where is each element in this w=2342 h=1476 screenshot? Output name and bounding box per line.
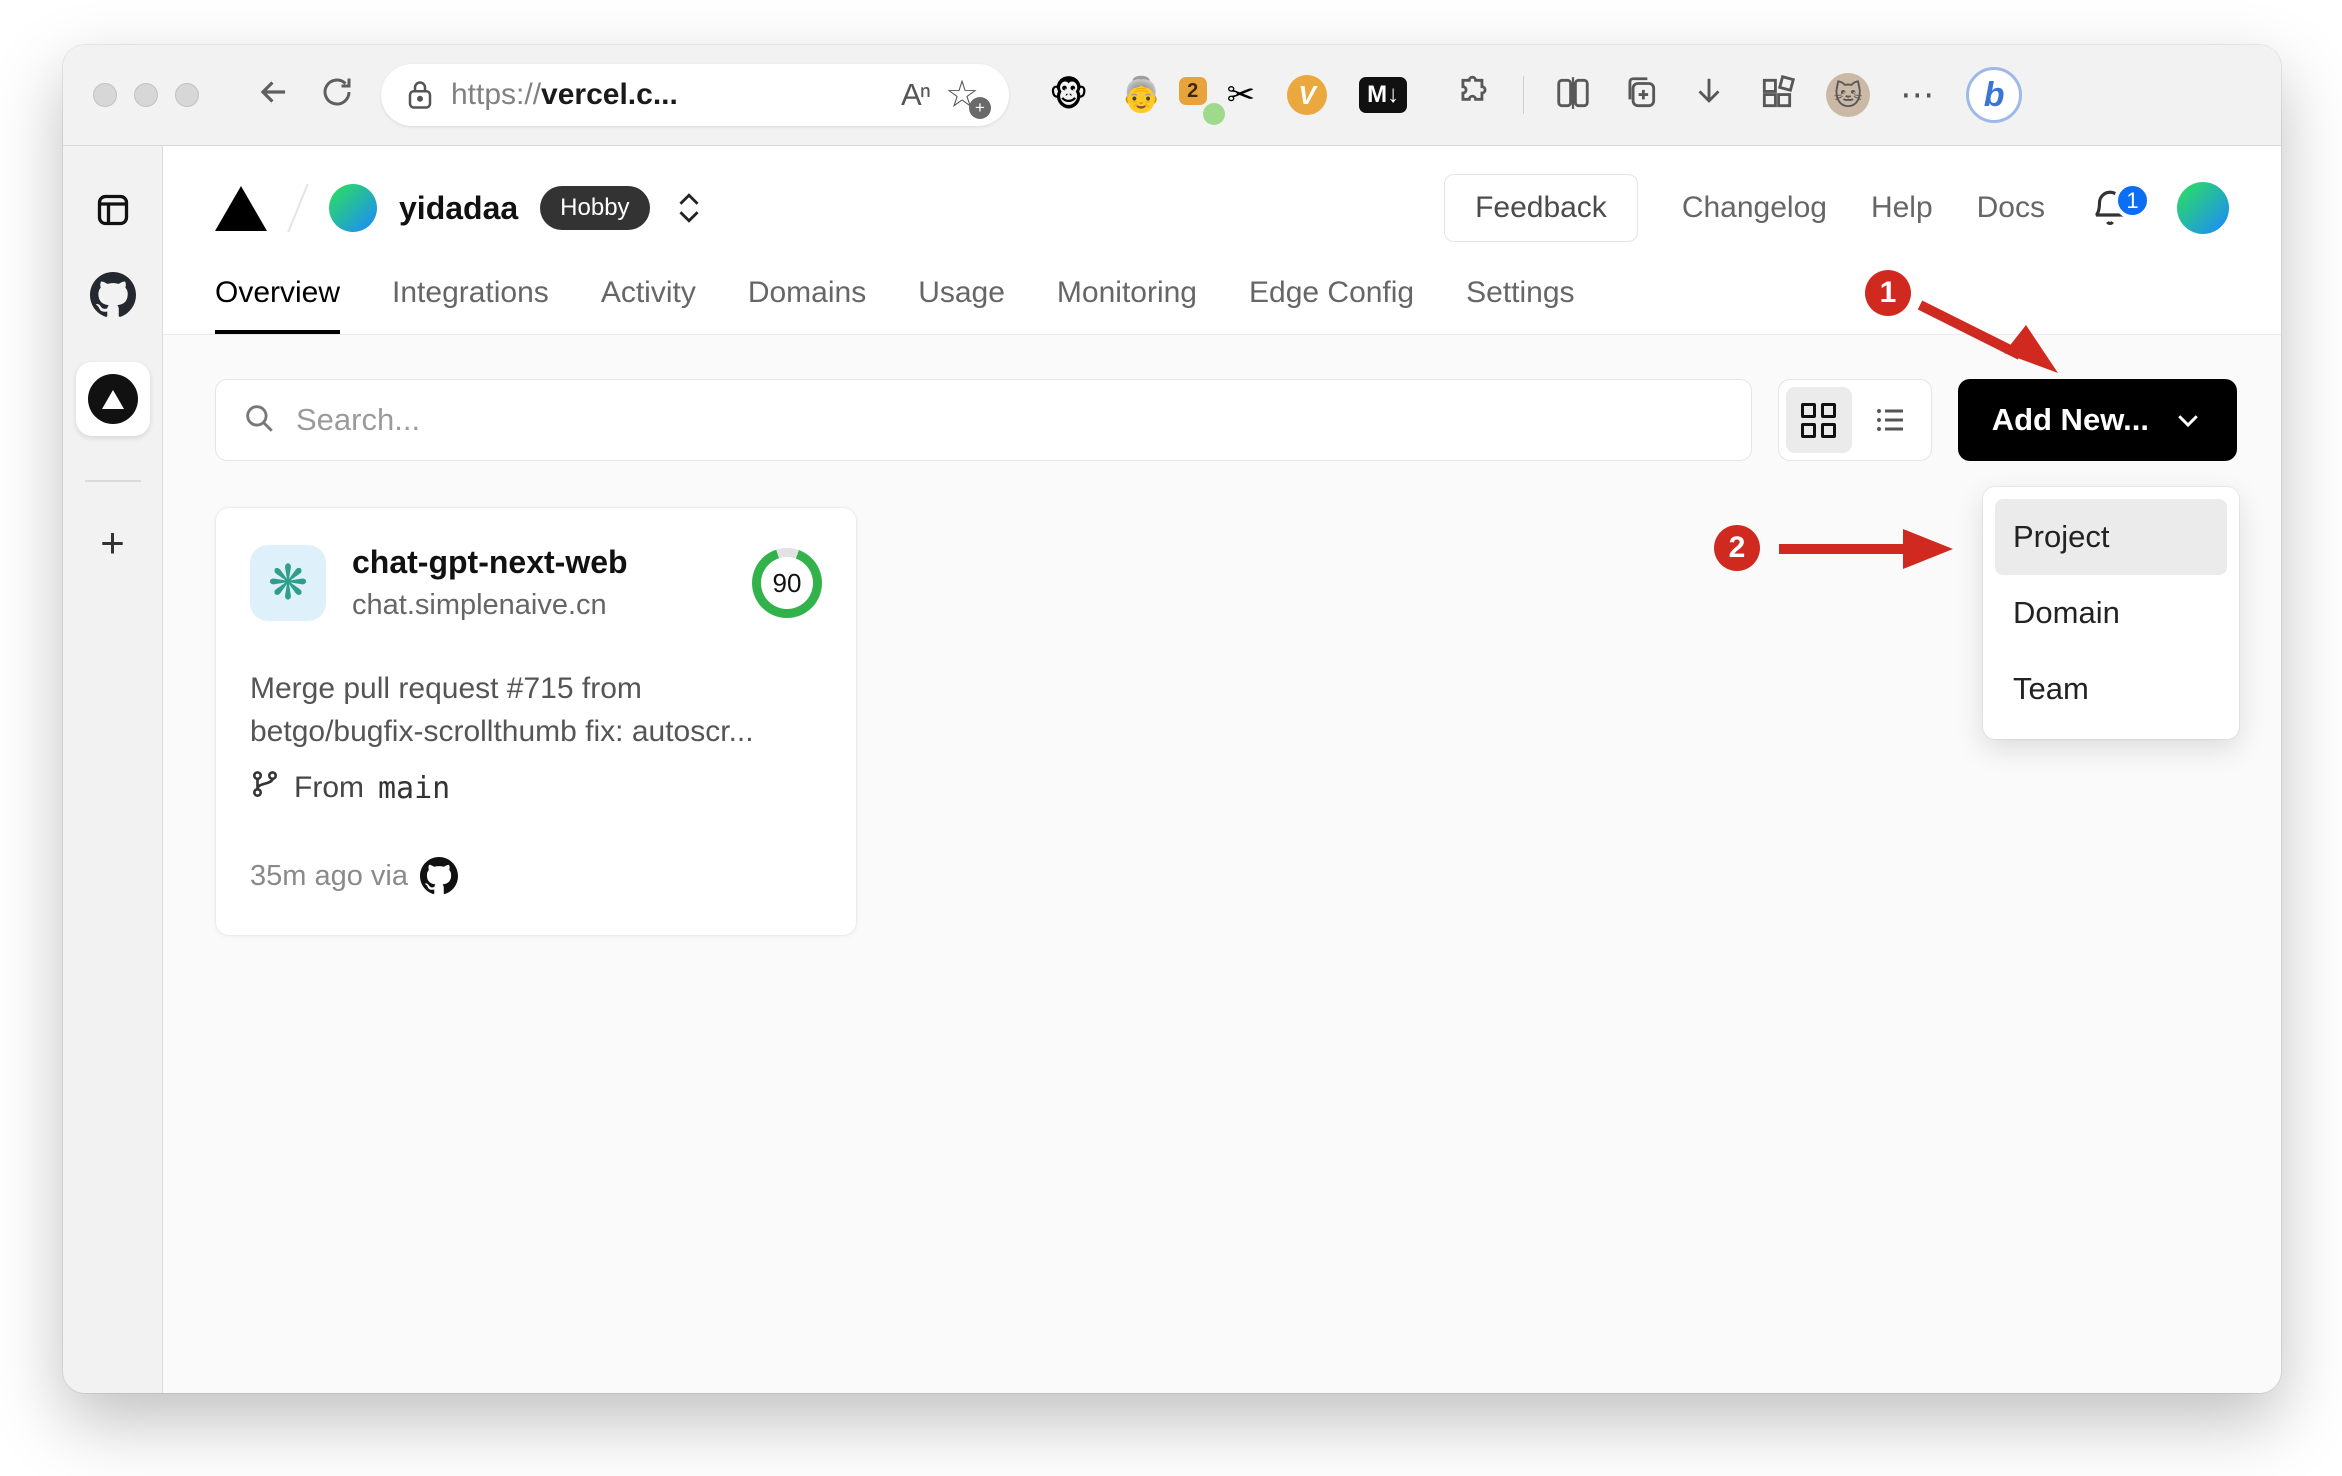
project-search[interactable] — [215, 379, 1752, 461]
tab-edge-config[interactable]: Edge Config — [1249, 276, 1414, 334]
scissors-extension-icon[interactable]: ✂ — [1227, 78, 1256, 112]
docs-link[interactable]: Docs — [1977, 191, 2045, 225]
team-name[interactable]: yidadaa — [399, 190, 518, 227]
favorite-star-icon[interactable]: ☆ + — [945, 75, 991, 119]
grid-view-button[interactable] — [1785, 387, 1852, 453]
dropdown-item-domain[interactable]: Domain — [1995, 575, 2227, 651]
project-favicon: ❋ — [250, 545, 326, 621]
refresh-icon[interactable] — [319, 74, 355, 117]
help-link[interactable]: Help — [1871, 191, 1933, 225]
sidebar-tab-layout-icon[interactable] — [95, 192, 131, 228]
list-view-button[interactable] — [1858, 387, 1924, 453]
close-window-button[interactable] — [93, 83, 117, 107]
search-input[interactable] — [296, 402, 1725, 438]
vercel-circle-logo — [87, 374, 138, 424]
branch-from-label: From — [294, 771, 364, 805]
commit-message[interactable]: Merge pull request #715 from betgo/bugfi… — [250, 668, 822, 753]
browser-toolbar: https://vercel.c... Aⁿ ☆ + 🐵 👵 2 ✂ V M↓ — [63, 45, 2281, 145]
browser-sidebar: + — [63, 146, 163, 1393]
tab-integrations[interactable]: Integrations — [392, 276, 549, 334]
tab-monitoring[interactable]: Monitoring — [1057, 276, 1197, 334]
overview-body: Add New... ❋ chat-gpt-next-web chat.simp… — [163, 334, 2281, 1393]
vercel-logo[interactable] — [215, 185, 267, 231]
git-branch-icon — [250, 769, 280, 807]
lock-icon[interactable] — [405, 78, 435, 112]
score-ring[interactable]: 90 — [752, 548, 822, 618]
browser-window: https://vercel.c... Aⁿ ☆ + 🐵 👵 2 ✂ V M↓ — [63, 45, 2281, 1393]
split-screen-icon[interactable] — [1554, 74, 1592, 117]
toolbar-divider — [1523, 76, 1525, 114]
sidebar-add-icon[interactable]: + — [100, 522, 125, 563]
extensions-puzzle-icon[interactable] — [1455, 74, 1493, 117]
branch-name: main — [378, 770, 451, 806]
browser-menu-icon[interactable]: ⋯ — [1900, 75, 1936, 115]
annotation-arrow-2 — [1779, 529, 1953, 569]
extension-badge: 2 — [1178, 77, 1207, 105]
team-switcher-icon[interactable] — [676, 192, 702, 224]
feedback-button[interactable]: Feedback — [1444, 174, 1638, 242]
extension-icons: 🐵 👵 2 ✂ V M↓ — [1049, 75, 1408, 125]
breadcrumb-slash — [287, 183, 309, 233]
url-text[interactable]: https://vercel.c... — [451, 78, 678, 112]
tab-settings[interactable]: Settings — [1466, 276, 1574, 334]
vimium-extension-icon[interactable]: V — [1287, 75, 1328, 115]
sidebar-divider — [84, 480, 141, 482]
url-host: vercel.c... — [541, 78, 678, 111]
annotation-arrow-1 — [1917, 300, 2058, 373]
star-plus-badge: + — [969, 97, 991, 119]
tab-activity[interactable]: Activity — [601, 276, 696, 334]
browser-action-icons: 🐱 ⋯ b — [1455, 67, 2023, 123]
tampermonkey-extension-icon[interactable]: 🐵 — [1049, 78, 1088, 112]
project-domain[interactable]: chat.simplenaive.cn — [352, 589, 628, 622]
minimize-window-button[interactable] — [134, 83, 158, 107]
tab-usage[interactable]: Usage — [918, 276, 1005, 334]
search-icon — [242, 401, 276, 440]
avatar-extension-icon[interactable]: 👵 — [1120, 78, 1162, 112]
address-bar[interactable]: https://vercel.c... Aⁿ ☆ + — [381, 64, 1009, 126]
add-new-label: Add New... — [1991, 402, 2149, 437]
list-icon — [1876, 409, 1903, 431]
browser-profile-avatar[interactable]: 🐱 — [1826, 73, 1871, 117]
grid-icon — [1801, 402, 1837, 438]
tab-overview[interactable]: Overview — [215, 276, 341, 334]
team-avatar[interactable] — [329, 184, 377, 232]
bing-chat-icon[interactable]: b — [1966, 67, 2023, 123]
annotation-step-2-badge: 2 — [1714, 525, 1760, 571]
sidebar-github-icon[interactable] — [89, 272, 136, 318]
project-name[interactable]: chat-gpt-next-web — [352, 544, 628, 581]
notification-count-badge: 1 — [2114, 182, 2151, 219]
apps-widgets-icon[interactable] — [1758, 74, 1796, 117]
downloads-icon[interactable] — [1690, 74, 1728, 117]
back-icon[interactable] — [255, 73, 293, 118]
dropdown-item-project[interactable]: Project — [1995, 499, 2227, 575]
sidebar-vercel-app-icon[interactable] — [75, 362, 150, 436]
github-icon — [420, 857, 458, 895]
score-value: 90 — [761, 557, 813, 609]
traffic-lights — [93, 83, 199, 107]
add-new-dropdown: Project Domain Team — [1983, 487, 2239, 739]
project-card[interactable]: ❋ chat-gpt-next-web chat.simplenaive.cn … — [215, 507, 857, 937]
changelog-link[interactable]: Changelog — [1682, 191, 1827, 225]
notifications-bell-icon[interactable]: 1 — [2089, 182, 2151, 230]
annotation-step-1-badge: 1 — [1865, 270, 1911, 316]
dropdown-item-team[interactable]: Team — [1995, 651, 2227, 727]
plan-badge: Hobby — [540, 186, 650, 230]
read-aloud-icon[interactable]: Aⁿ — [901, 77, 931, 113]
zoom-window-button[interactable] — [175, 83, 199, 107]
tab-domains[interactable]: Domains — [748, 276, 866, 334]
collections-icon[interactable] — [1622, 74, 1660, 117]
user-avatar[interactable] — [2177, 182, 2229, 234]
url-scheme: https:// — [451, 78, 542, 111]
deploy-meta: 35m ago via — [250, 859, 408, 892]
chevron-down-icon — [2178, 415, 2198, 428]
markdown-extension-icon[interactable]: M↓ — [1359, 77, 1408, 113]
